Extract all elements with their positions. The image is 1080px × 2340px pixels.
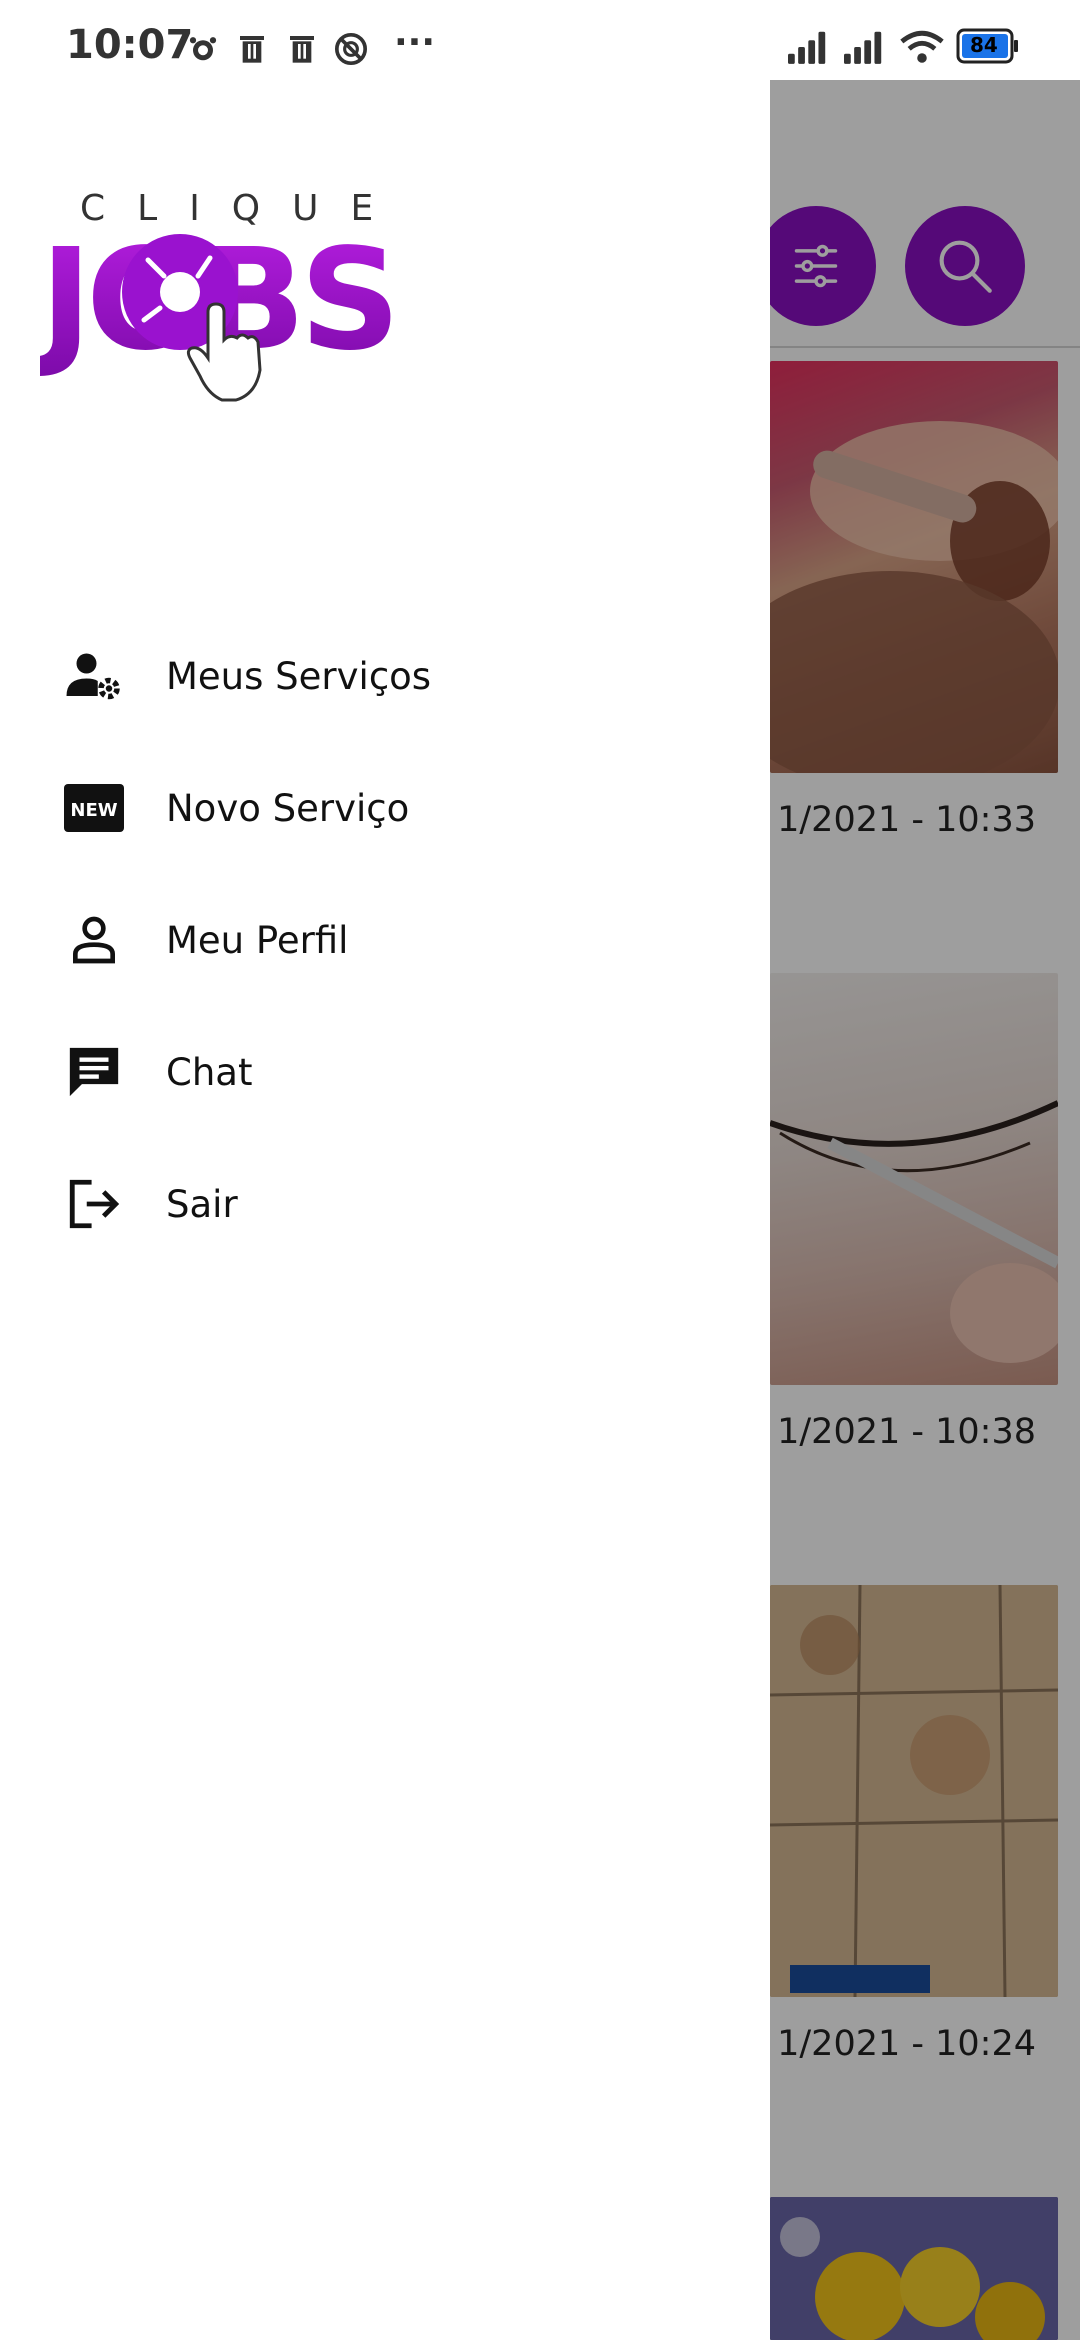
menu-item-novo-servico[interactable]: NEW Novo Serviço — [0, 742, 770, 874]
battery-level: 84 — [970, 33, 998, 57]
new-badge-text: NEW — [70, 800, 117, 821]
navigation-drawer: CLIQUE JOBS — [0, 0, 770, 2340]
user-gear-icon — [64, 646, 124, 706]
menu-item-meus-servicos[interactable]: Meus Serviços — [0, 610, 770, 742]
menu-item-chat[interactable]: Chat — [0, 1006, 770, 1138]
battery-icon: 84 — [956, 28, 1018, 64]
signal-icon — [844, 31, 882, 64]
more-notifications: ··· — [394, 22, 436, 63]
alarm-icon — [189, 37, 217, 61]
person-icon — [64, 910, 124, 970]
no-sync-icon — [334, 32, 368, 66]
clique-jobs-logo: CLIQUE JOBS — [32, 180, 470, 410]
logo-graphic: CLIQUE JOBS — [32, 188, 401, 402]
menu-item-label: Novo Serviço — [166, 786, 410, 830]
trash-icon — [240, 36, 264, 63]
screen: 1/2021 - 10:33 1/2021 - 10:38 1/2021 - 1… — [0, 0, 1080, 2340]
menu-item-label: Meus Serviços — [166, 654, 432, 698]
drawer-menu: Meus Serviços NEW Novo Serviço Meu Perfi… — [0, 610, 770, 1270]
trash-icon — [290, 36, 314, 63]
logout-icon — [64, 1174, 124, 1234]
menu-item-sair[interactable]: Sair — [0, 1138, 770, 1270]
chat-icon — [64, 1042, 124, 1102]
status-bar: 10:07 ··· 84 — [0, 0, 1080, 100]
menu-item-label: Chat — [166, 1050, 253, 1094]
signal-icon — [788, 31, 826, 64]
wifi-icon — [900, 30, 944, 63]
new-badge-icon: NEW — [64, 778, 124, 838]
menu-item-label: Sair — [166, 1182, 238, 1226]
menu-item-label: Meu Perfil — [166, 918, 349, 962]
menu-item-meu-perfil[interactable]: Meu Perfil — [0, 874, 770, 1006]
status-time: 10:07 — [66, 22, 194, 68]
